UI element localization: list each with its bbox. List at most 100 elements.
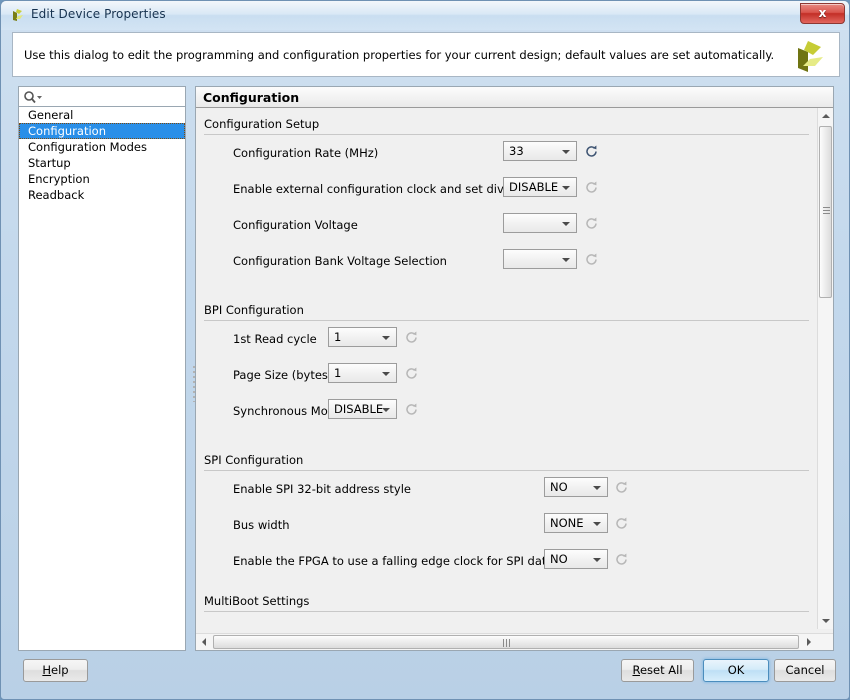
refresh-icon-synchronous-mode[interactable] xyxy=(404,402,419,417)
sidebar-tree[interactable]: General Configuration Configuration Mode… xyxy=(18,107,186,651)
combo-falling-edge-clock[interactable]: NO xyxy=(544,549,608,569)
group-title-multiboot-settings: MultiBoot Settings xyxy=(204,594,309,608)
combo-value: NO xyxy=(550,552,568,566)
field-label-1st-read-cycle: 1st Read cycle xyxy=(233,332,317,346)
combo-value: NO xyxy=(550,480,568,494)
chevron-down-icon xyxy=(593,558,601,562)
chevron-down-icon xyxy=(382,336,390,340)
triangle-right-icon xyxy=(807,638,811,646)
field-label-bus-width: Bus width xyxy=(233,518,290,532)
refresh-icon-bus-width[interactable] xyxy=(614,516,629,531)
field-label-configuration-rate: Configuration Rate (MHz) xyxy=(233,146,378,160)
field-label-configuration-voltage: Configuration Voltage xyxy=(233,218,358,232)
sidebar-item-configuration-modes[interactable]: Configuration Modes xyxy=(19,139,185,155)
group-title-bpi-configuration: BPI Configuration xyxy=(204,303,304,317)
combo-spi-32bit-address[interactable]: NO xyxy=(544,477,608,497)
xilinx-logo-icon xyxy=(791,37,829,75)
group-rule xyxy=(204,320,809,321)
panel-content: Configuration Setup Configuration Rate (… xyxy=(196,108,817,629)
window-title: Edit Device Properties xyxy=(31,7,166,21)
combo-configuration-voltage[interactable] xyxy=(503,213,577,233)
group-rule xyxy=(204,134,809,135)
combo-value: 33 xyxy=(509,144,524,158)
combo-synchronous-mode[interactable]: DISABLE xyxy=(328,399,397,419)
vertical-scrollbar-thumb[interactable] xyxy=(819,126,832,298)
field-label-page-size: Page Size (bytes) xyxy=(233,368,332,382)
help-button[interactable]: Help xyxy=(23,659,88,682)
chevron-down-icon xyxy=(382,372,390,376)
scroll-down-button[interactable] xyxy=(818,613,833,629)
scroll-right-button[interactable] xyxy=(801,634,817,650)
reset-all-button-rest: eset All xyxy=(640,663,683,677)
combo-configuration-rate[interactable]: 33 xyxy=(503,141,577,161)
combo-value: 1 xyxy=(334,330,341,344)
reset-all-button-label: Reset All xyxy=(632,663,682,677)
group-title-configuration-setup: Configuration Setup xyxy=(204,117,319,131)
refresh-icon-1st-read-cycle[interactable] xyxy=(404,330,419,345)
dialog-window: Edit Device Properties x Use this dialog… xyxy=(0,0,850,700)
xilinx-logo-icon xyxy=(10,7,26,23)
ok-button[interactable]: OK xyxy=(703,659,769,682)
info-banner: Use this dialog to edit the programming … xyxy=(12,32,840,77)
dialog-button-bar: Help Reset All OK Cancel xyxy=(1,657,850,691)
scroll-left-button[interactable] xyxy=(196,634,212,650)
search-icon[interactable] xyxy=(23,90,43,105)
refresh-icon-configuration-voltage[interactable] xyxy=(584,216,599,231)
sidebar-item-general[interactable]: General xyxy=(19,107,185,123)
help-button-rest: elp xyxy=(51,663,69,677)
scroll-up-button[interactable] xyxy=(818,108,833,124)
combo-1st-read-cycle[interactable]: 1 xyxy=(328,327,397,347)
grip-icon xyxy=(823,207,830,214)
horizontal-scrollbar-thumb[interactable] xyxy=(213,635,799,649)
refresh-icon-configuration-bank-voltage[interactable] xyxy=(584,252,599,267)
search-input[interactable] xyxy=(45,89,183,105)
panel-scroll-viewport: Configuration Setup Configuration Rate (… xyxy=(196,108,833,629)
chevron-down-icon xyxy=(593,522,601,526)
combo-value: DISABLE xyxy=(509,180,558,194)
page-title: Configuration xyxy=(203,90,299,105)
refresh-icon-external-config-clock[interactable] xyxy=(584,180,599,195)
sidebar-item-configuration[interactable]: Configuration xyxy=(19,123,185,139)
combo-configuration-bank-voltage[interactable] xyxy=(503,249,577,269)
chevron-down-icon xyxy=(562,186,570,190)
sidebar-item-startup[interactable]: Startup xyxy=(19,155,185,171)
banner-description: Use this dialog to edit the programming … xyxy=(24,48,774,62)
refresh-icon-configuration-rate[interactable] xyxy=(584,144,599,159)
combo-external-config-clock[interactable]: DISABLE xyxy=(503,177,577,197)
refresh-icon-falling-edge-clock[interactable] xyxy=(614,552,629,567)
help-button-label: Help xyxy=(42,663,68,677)
triangle-up-icon xyxy=(822,114,830,118)
close-button[interactable]: x xyxy=(800,3,845,24)
cancel-button[interactable]: Cancel xyxy=(774,659,836,682)
field-label-spi-32bit-address: Enable SPI 32-bit address style xyxy=(233,482,411,496)
combo-value: NONE xyxy=(550,516,584,530)
reset-all-button[interactable]: Reset All xyxy=(621,659,694,682)
vertical-scrollbar[interactable] xyxy=(817,108,833,629)
combo-value: 1 xyxy=(334,366,341,380)
triangle-left-icon xyxy=(202,638,206,646)
combo-bus-width[interactable]: NONE xyxy=(544,513,608,533)
chevron-down-icon xyxy=(593,486,601,490)
chevron-down-icon xyxy=(562,258,570,262)
chevron-down-icon xyxy=(382,408,390,412)
horizontal-scrollbar[interactable] xyxy=(196,633,833,650)
combo-page-size[interactable]: 1 xyxy=(328,363,397,383)
refresh-icon-page-size[interactable] xyxy=(404,366,419,381)
configuration-panel: Configuration Configuration Setup Config… xyxy=(195,86,834,651)
sidebar-item-encryption[interactable]: Encryption xyxy=(19,171,185,187)
field-label-synchronous-mode: Synchronous Mode xyxy=(233,404,342,418)
sidebar-item-readback[interactable]: Readback xyxy=(19,187,185,203)
group-rule xyxy=(204,470,809,471)
refresh-icon-spi-32bit-address[interactable] xyxy=(614,480,629,495)
grip-icon xyxy=(503,639,511,647)
field-label-configuration-bank-voltage: Configuration Bank Voltage Selection xyxy=(233,254,447,268)
dialog-body: General Configuration Configuration Mode… xyxy=(12,81,840,655)
panel-header: Configuration xyxy=(196,87,833,108)
group-title-spi-configuration: SPI Configuration xyxy=(204,453,303,467)
combo-value: DISABLE xyxy=(334,402,383,416)
group-rule xyxy=(204,611,809,612)
chevron-down-icon xyxy=(562,150,570,154)
triangle-down-icon xyxy=(822,619,830,623)
search-box[interactable] xyxy=(18,86,186,107)
title-bar[interactable]: Edit Device Properties x xyxy=(1,1,849,30)
